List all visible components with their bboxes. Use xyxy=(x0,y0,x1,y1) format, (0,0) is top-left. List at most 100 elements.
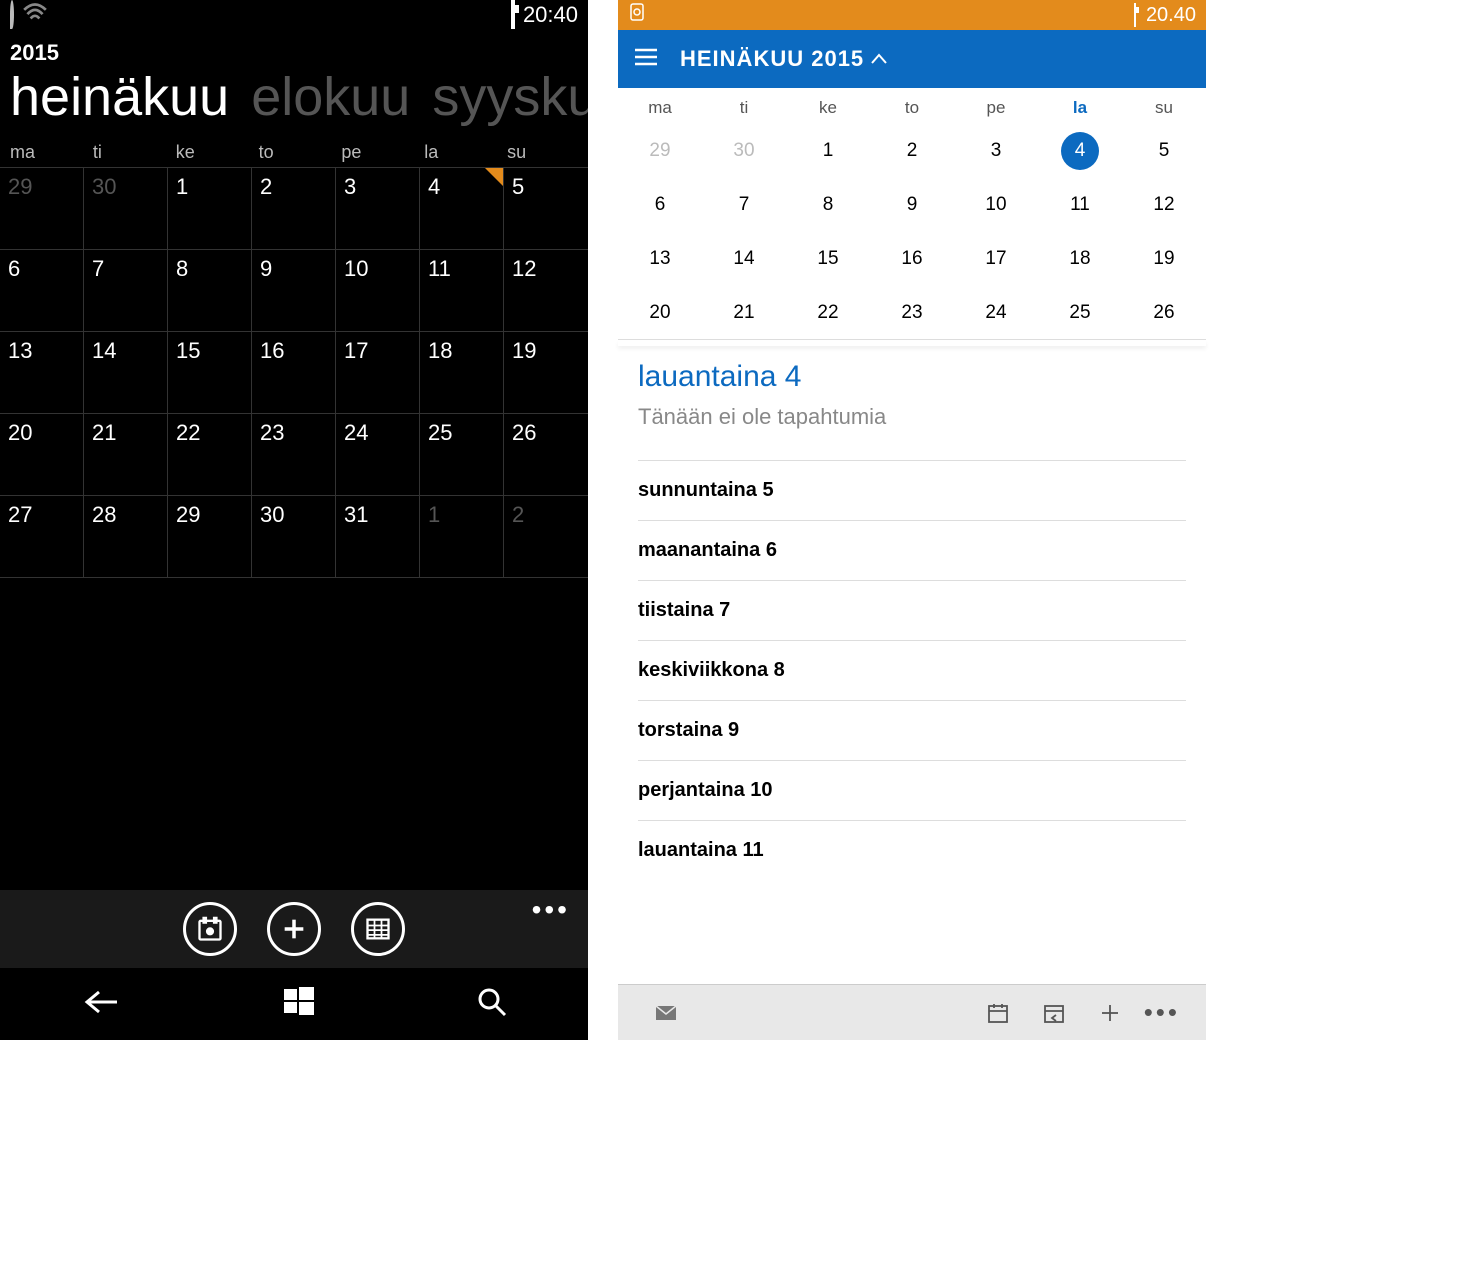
calendar-cell[interactable]: 12 xyxy=(504,250,588,332)
calendar-cell[interactable]: 27 xyxy=(0,496,84,578)
calendar-cell[interactable]: 23 xyxy=(870,286,954,340)
calendar-cell[interactable]: 26 xyxy=(1122,286,1206,340)
today-marker-icon xyxy=(485,168,503,186)
calendar-cell[interactable]: 9 xyxy=(870,178,954,232)
hamburger-button[interactable] xyxy=(632,43,660,76)
agenda-list[interactable]: lauantaina 4 Tänään ei ole tapahtumia su… xyxy=(618,346,1206,984)
calendar-cell[interactable]: 2 xyxy=(870,124,954,178)
calendar-cell[interactable]: 10 xyxy=(954,178,1038,232)
calendar-cell[interactable]: 22 xyxy=(786,286,870,340)
calendar-cell[interactable]: 7 xyxy=(84,250,168,332)
calendar-cell[interactable]: 5 xyxy=(504,168,588,250)
calendar-cell[interactable]: 8 xyxy=(786,178,870,232)
search-button[interactable] xyxy=(475,985,509,1024)
calendar-cell[interactable]: 29 xyxy=(0,168,84,250)
calendar-cell[interactable]: 23 xyxy=(252,414,336,496)
calendar-cell[interactable]: 4 xyxy=(420,168,504,250)
calendar-cell[interactable]: 30 xyxy=(702,124,786,178)
calendar-cell[interactable]: 2 xyxy=(252,168,336,250)
back-button[interactable] xyxy=(79,987,123,1022)
calendar-cell[interactable]: 20 xyxy=(0,414,84,496)
month-next[interactable]: elokuu xyxy=(251,66,410,128)
calendar-cell[interactable]: 28 xyxy=(84,496,168,578)
agenda-day-item[interactable]: maanantaina 6 xyxy=(638,520,1186,580)
calendar-cell[interactable]: 4 xyxy=(1038,124,1122,178)
more-button[interactable]: ••• xyxy=(532,904,570,915)
agenda-day-item[interactable]: torstaina 9 xyxy=(638,700,1186,760)
calendar-cell[interactable]: 7 xyxy=(702,178,786,232)
year-label[interactable]: 2015 xyxy=(0,30,588,66)
calendar-cell[interactable]: 16 xyxy=(252,332,336,414)
weekday-label: pe xyxy=(954,98,1038,118)
calendar-cell[interactable]: 18 xyxy=(420,332,504,414)
agenda-day-item[interactable]: keskiviikkona 8 xyxy=(638,640,1186,700)
calendar-cell[interactable]: 3 xyxy=(336,168,420,250)
agenda-day-item[interactable]: perjantaina 10 xyxy=(638,760,1186,820)
calendar-cell[interactable]: 9 xyxy=(252,250,336,332)
calendar-cell[interactable]: 1 xyxy=(420,496,504,578)
month-current[interactable]: heinäkuu xyxy=(10,66,229,128)
month-picker[interactable]: HEINÄKUU 2015 xyxy=(680,46,888,72)
calendar-cell[interactable]: 1 xyxy=(786,124,870,178)
calendar-cell[interactable]: 11 xyxy=(420,250,504,332)
calendar-cell[interactable]: 13 xyxy=(618,232,702,286)
view-button[interactable] xyxy=(351,902,405,956)
calendar-cell[interactable]: 30 xyxy=(84,168,168,250)
calendar-cell[interactable]: 16 xyxy=(870,232,954,286)
today-button[interactable] xyxy=(1026,1001,1082,1025)
calendar-cell[interactable]: 11 xyxy=(1038,178,1122,232)
calendar-view-button[interactable] xyxy=(970,1001,1026,1025)
calendar-cell[interactable]: 17 xyxy=(336,332,420,414)
w10-weekday-row: matiketopelasu xyxy=(618,88,1206,124)
start-button[interactable] xyxy=(282,985,316,1024)
calendar-cell[interactable]: 30 xyxy=(252,496,336,578)
calendar-cell[interactable]: 21 xyxy=(702,286,786,340)
calendar-cell[interactable]: 18 xyxy=(1038,232,1122,286)
calendar-cell[interactable]: 15 xyxy=(168,332,252,414)
calendar-cell[interactable]: 14 xyxy=(84,332,168,414)
add-button[interactable] xyxy=(1082,1001,1138,1025)
calendar-cell[interactable]: 17 xyxy=(954,232,1038,286)
w10-calendar-screen: 20.40 HEINÄKUU 2015 matiketopelasu 29301… xyxy=(618,0,1206,1040)
agenda-day-item[interactable]: lauantaina 11 xyxy=(638,820,1186,880)
calendar-cell[interactable]: 26 xyxy=(504,414,588,496)
calendar-cell[interactable]: 25 xyxy=(1038,286,1122,340)
calendar-cell[interactable]: 12 xyxy=(1122,178,1206,232)
calendar-cell[interactable]: 3 xyxy=(954,124,1038,178)
calendar-cell[interactable]: 6 xyxy=(0,250,84,332)
w10-app-bar: ••• xyxy=(618,984,1206,1040)
calendar-cell[interactable]: 19 xyxy=(1122,232,1206,286)
calendar-cell[interactable]: 6 xyxy=(618,178,702,232)
calendar-cell[interactable]: 20 xyxy=(618,286,702,340)
calendar-cell[interactable]: 29 xyxy=(618,124,702,178)
agenda-day-item[interactable]: sunnuntaina 5 xyxy=(638,460,1186,520)
calendar-cell[interactable]: 14 xyxy=(702,232,786,286)
today-button[interactable] xyxy=(183,902,237,956)
calendar-cell[interactable]: 8 xyxy=(168,250,252,332)
calendar-cell[interactable]: 25 xyxy=(420,414,504,496)
calendar-cell[interactable]: 2 xyxy=(504,496,588,578)
calendar-cell[interactable]: 15 xyxy=(786,232,870,286)
calendar-cell[interactable]: 29 xyxy=(168,496,252,578)
mail-button[interactable] xyxy=(638,1001,694,1025)
calendar-cell[interactable]: 24 xyxy=(336,414,420,496)
calendar-cell[interactable]: 19 xyxy=(504,332,588,414)
weekday-label: to xyxy=(253,138,336,167)
w10-header: HEINÄKUU 2015 xyxy=(618,30,1206,88)
wp8-app-bar: ••• xyxy=(0,890,588,968)
calendar-cell[interactable]: 1 xyxy=(168,168,252,250)
calendar-cell[interactable]: 10 xyxy=(336,250,420,332)
month-next2[interactable]: syyskuu xyxy=(432,66,588,128)
wp8-weekday-row: matiketopelasu xyxy=(0,138,588,167)
calendar-cell[interactable]: 24 xyxy=(954,286,1038,340)
calendar-cell[interactable]: 5 xyxy=(1122,124,1206,178)
calendar-cell[interactable]: 21 xyxy=(84,414,168,496)
w10-month-grid: 2930123456789101112131415161718192021222… xyxy=(618,124,1206,340)
agenda-day-item[interactable]: tiistaina 7 xyxy=(638,580,1186,640)
calendar-cell[interactable]: 13 xyxy=(0,332,84,414)
calendar-cell[interactable]: 31 xyxy=(336,496,420,578)
more-button[interactable]: ••• xyxy=(1138,1007,1186,1017)
add-button[interactable] xyxy=(267,902,321,956)
month-pivot[interactable]: heinäkuu elokuu syyskuu xyxy=(0,66,588,138)
calendar-cell[interactable]: 22 xyxy=(168,414,252,496)
